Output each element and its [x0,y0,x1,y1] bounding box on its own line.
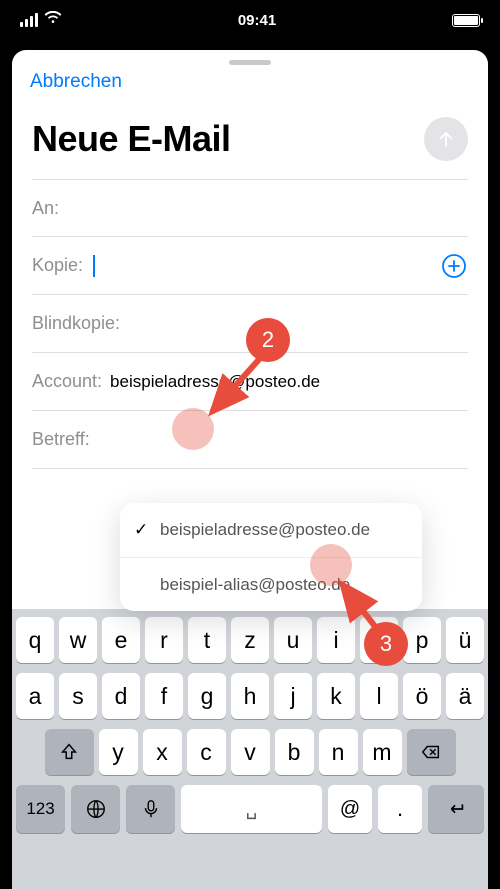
account-option-1[interactable]: ✓ beispieladresse@posteo.de [120,503,422,557]
bcc-label: Blindkopie: [32,313,120,334]
key-y[interactable]: y [99,729,138,775]
period-key[interactable]: . [378,785,422,833]
key-z[interactable]: z [231,617,269,663]
key-v[interactable]: v [231,729,270,775]
key-e[interactable]: e [102,617,140,663]
account-option-1-label: beispieladresse@posteo.de [160,520,370,540]
microphone-icon [140,798,162,820]
keyboard-row-2: asdfghjklöä [16,673,484,719]
backspace-icon [420,741,442,763]
wifi-icon [44,11,62,29]
key-k[interactable]: k [317,673,355,719]
annotation-marker-3: 3 [364,622,408,666]
arrow-up-icon [435,128,457,150]
shift-key[interactable] [45,729,94,775]
globe-icon [85,798,107,820]
compose-sheet: Abbrechen Neue E-Mail An: Kopie: Blindko… [12,50,488,889]
to-label: An: [32,198,59,219]
plus-circle-icon [441,253,467,279]
key-f[interactable]: f [145,673,183,719]
shift-icon [58,741,80,763]
key-s[interactable]: s [59,673,97,719]
key-m[interactable]: m [363,729,402,775]
key-d[interactable]: d [102,673,140,719]
checkmark-icon: ✓ [134,520,148,540]
keyboard-row-1: qwertzuiopü [16,617,484,663]
key-b[interactable]: b [275,729,314,775]
keyboard-row-4: 123 ␣ @ . [16,785,484,833]
key-u[interactable]: u [274,617,312,663]
to-field[interactable]: An: [32,179,468,237]
onscreen-keyboard: qwertzuiopü asdfghjklöä yxcvbnm 123 ␣ @ … [12,609,488,889]
at-key[interactable]: @ [328,785,372,833]
key-ö[interactable]: ö [403,673,441,719]
key-l[interactable]: l [360,673,398,719]
subject-label: Betreff: [32,429,90,450]
text-cursor [93,255,95,277]
numbers-key[interactable]: 123 [16,785,65,833]
key-a[interactable]: a [16,673,54,719]
key-t[interactable]: t [188,617,226,663]
key-c[interactable]: c [187,729,226,775]
status-time: 09:41 [238,12,276,29]
backspace-key[interactable] [407,729,456,775]
return-icon [445,798,467,820]
space-key[interactable]: ␣ [181,785,322,833]
key-j[interactable]: j [274,673,312,719]
cancel-button[interactable]: Abbrechen [12,65,140,93]
key-n[interactable]: n [319,729,358,775]
key-h[interactable]: h [231,673,269,719]
key-q[interactable]: q [16,617,54,663]
battery-icon [452,14,480,27]
return-key[interactable] [428,785,484,833]
key-ä[interactable]: ä [446,673,484,719]
key-g[interactable]: g [188,673,226,719]
key-r[interactable]: r [145,617,183,663]
account-label: Account: [32,371,102,392]
globe-key[interactable] [71,785,120,833]
keyboard-row-3: yxcvbnm [16,729,484,775]
cc-field[interactable]: Kopie: [32,237,468,295]
cc-label: Kopie: [32,255,83,276]
add-contact-button[interactable] [440,252,468,280]
annotation-marker-2: 2 [246,318,290,362]
key-ü[interactable]: ü [446,617,484,663]
send-button[interactable] [424,117,468,161]
cellular-signal-icon [20,13,38,27]
key-x[interactable]: x [143,729,182,775]
compose-title: Neue E-Mail [32,118,231,160]
key-w[interactable]: w [59,617,97,663]
mic-key[interactable] [126,785,175,833]
sheet-grabber[interactable] [229,60,271,65]
status-bar: 09:41 [0,0,500,40]
